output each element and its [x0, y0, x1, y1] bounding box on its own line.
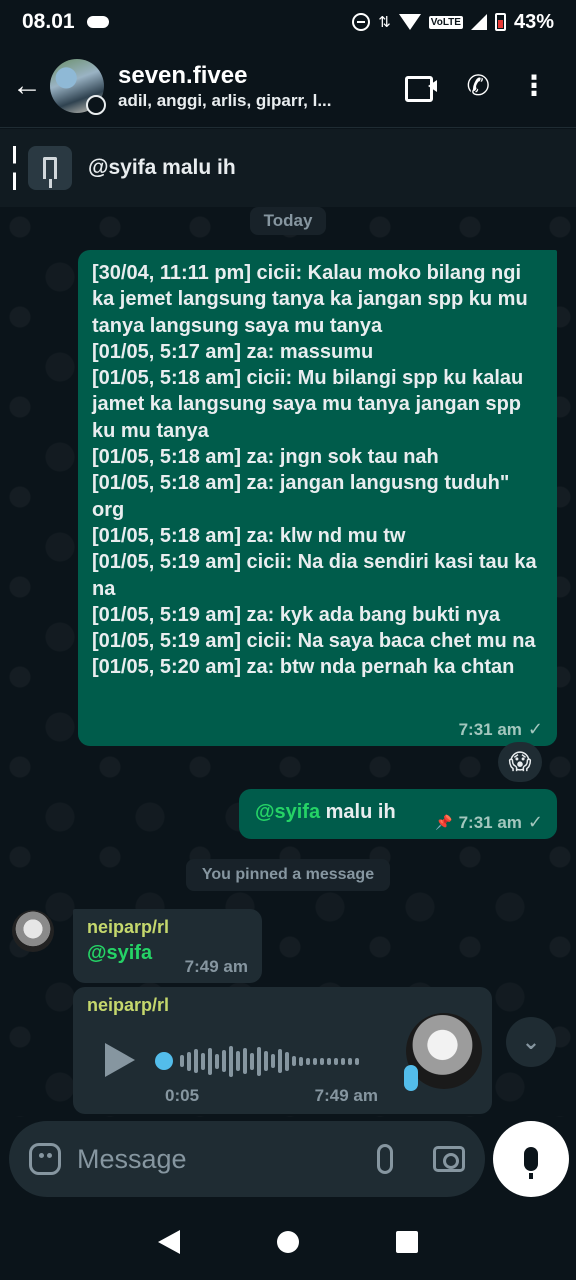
message-meta: 📌 7:31 am ✓: [435, 812, 543, 833]
message-time: 7:31 am: [458, 719, 522, 739]
message-text: [30/04, 11:11 pm] cicii: Kalau moko bila…: [92, 262, 537, 679]
reaction-badge[interactable]: 😱: [498, 742, 542, 782]
sender-avatar[interactable]: [12, 910, 54, 952]
chat-header: ← seven.fivee adil, anggi, arlis, giparr…: [0, 44, 576, 128]
header-actions: ✆ ⋮: [404, 69, 548, 102]
outgoing-message-long[interactable]: [30/04, 11:11 pm] cicii: Kalau moko bila…: [78, 250, 557, 746]
pin-icon: [43, 157, 57, 188]
waveform-bar: [187, 1051, 191, 1071]
waveform-bar: [201, 1052, 205, 1070]
camera-icon[interactable]: [433, 1146, 465, 1172]
waveform-bar: [355, 1057, 359, 1065]
waveform-bar: [278, 1049, 282, 1073]
play-icon[interactable]: [105, 1043, 135, 1077]
sent-tick-icon: ✓: [527, 719, 543, 739]
seek-handle[interactable]: [155, 1052, 173, 1070]
back-arrow-icon[interactable]: ←: [12, 69, 42, 103]
signal-icon: [470, 14, 487, 30]
message-time: 7:49 am: [314, 1086, 378, 1105]
message-time: 7:49 am: [184, 957, 248, 976]
waveform-bar: [341, 1057, 345, 1065]
pin-button[interactable]: [28, 146, 72, 190]
waveform-bar: [327, 1057, 331, 1065]
waveform-bar: [299, 1056, 303, 1066]
more-options-icon[interactable]: ⋮: [520, 71, 548, 100]
nav-back-icon[interactable]: [158, 1229, 181, 1254]
waveform-bar: [292, 1056, 296, 1066]
group-name: seven.fivee: [118, 61, 248, 89]
waveform-bar: [229, 1045, 233, 1077]
mention[interactable]: @syifa: [255, 801, 320, 823]
sender-name[interactable]: neiparp/rl: [87, 917, 248, 938]
pinned-small-icon: 📌: [435, 814, 453, 830]
group-avatar[interactable]: [50, 58, 106, 115]
pinned-indicator: [13, 146, 16, 190]
microphone-badge-icon: [404, 1065, 418, 1091]
sender-name[interactable]: neiparp/rl: [87, 995, 478, 1016]
pinned-message-text: @syifa malu ih: [88, 156, 236, 179]
group-title-area[interactable]: seven.fivee adil, anggi, arlis, giparr, …: [118, 61, 358, 111]
system-message: You pinned a message: [186, 859, 390, 891]
waveform-bar: [236, 1051, 240, 1071]
emoji-sticker-icon[interactable]: [29, 1143, 61, 1175]
group-status-badge-icon: [86, 94, 106, 115]
waveform-bar: [313, 1057, 317, 1065]
waveform-bar: [334, 1057, 338, 1065]
voice-waveform[interactable]: [155, 1041, 375, 1081]
status-time: 08.01: [22, 10, 75, 33]
message-input[interactable]: [77, 1143, 337, 1175]
scroll-down-icon[interactable]: ⌄: [506, 1017, 556, 1067]
wifi-icon: [398, 14, 421, 30]
waveform-bar: [348, 1057, 352, 1065]
incoming-message[interactable]: neiparp/rl @syifa 7:49 am: [73, 909, 262, 983]
waveform-bar: [222, 1050, 226, 1072]
waveform-bar: [208, 1047, 212, 1075]
voice-call-icon[interactable]: ✆: [467, 69, 490, 102]
sent-tick-icon: ✓: [527, 812, 543, 832]
waveform-bar: [320, 1057, 324, 1065]
incoming-voice-message[interactable]: neiparp/rl 0:05 7:49 am: [73, 987, 492, 1114]
date-chip: Today: [250, 207, 326, 235]
voice-record-button[interactable]: [493, 1121, 569, 1197]
waveform-bar: [215, 1053, 219, 1069]
battery-icon: [494, 13, 506, 31]
composer: [0, 1117, 576, 1203]
waveform-bar: [285, 1051, 289, 1071]
do-not-disturb-icon: [352, 13, 371, 31]
message-meta: 7:31 am ✓: [459, 719, 543, 740]
outgoing-message-short[interactable]: @syifa malu ih 📌 7:31 am ✓: [239, 789, 557, 839]
waveform-bar: [306, 1057, 310, 1065]
video-call-icon[interactable]: [404, 74, 437, 102]
attach-icon[interactable]: [377, 1144, 393, 1174]
voice-duration: 0:05: [165, 1086, 200, 1105]
pinned-message-bar[interactable]: @syifa malu ih: [0, 129, 576, 207]
message-input-pill: [9, 1121, 485, 1197]
chat-area[interactable]: Today [30/04, 11:11 pm] cicii: Kalau mok…: [0, 207, 576, 1117]
message-text: malu ih: [320, 801, 396, 823]
volte-label: VoLTE: [428, 15, 463, 29]
battery-percent: 43%: [513, 10, 554, 33]
waveform-bar: [194, 1049, 198, 1073]
nav-home-icon[interactable]: [276, 1230, 299, 1253]
group-members: adil, anggi, arlis, giparr, l...: [118, 90, 332, 110]
waveform-bar: [264, 1051, 268, 1071]
waveform-bar: [250, 1052, 254, 1070]
nav-recents-icon[interactable]: [395, 1230, 418, 1253]
waveform-bar: [271, 1054, 275, 1068]
gamepad-icon: [86, 16, 109, 28]
data-transfer-icon: ⇅: [378, 14, 391, 31]
waveform-bar: [257, 1046, 261, 1076]
android-nav-bar: [0, 1203, 576, 1280]
status-bar: 08.01 ⇅ VoLTE 43%: [0, 0, 576, 44]
status-icons: ⇅ VoLTE 43%: [352, 11, 554, 34]
message-time: 7:31 am: [458, 812, 522, 832]
waveform-bar: [243, 1048, 247, 1074]
microphone-icon: [524, 1147, 538, 1179]
waveform-bar: [180, 1055, 184, 1067]
